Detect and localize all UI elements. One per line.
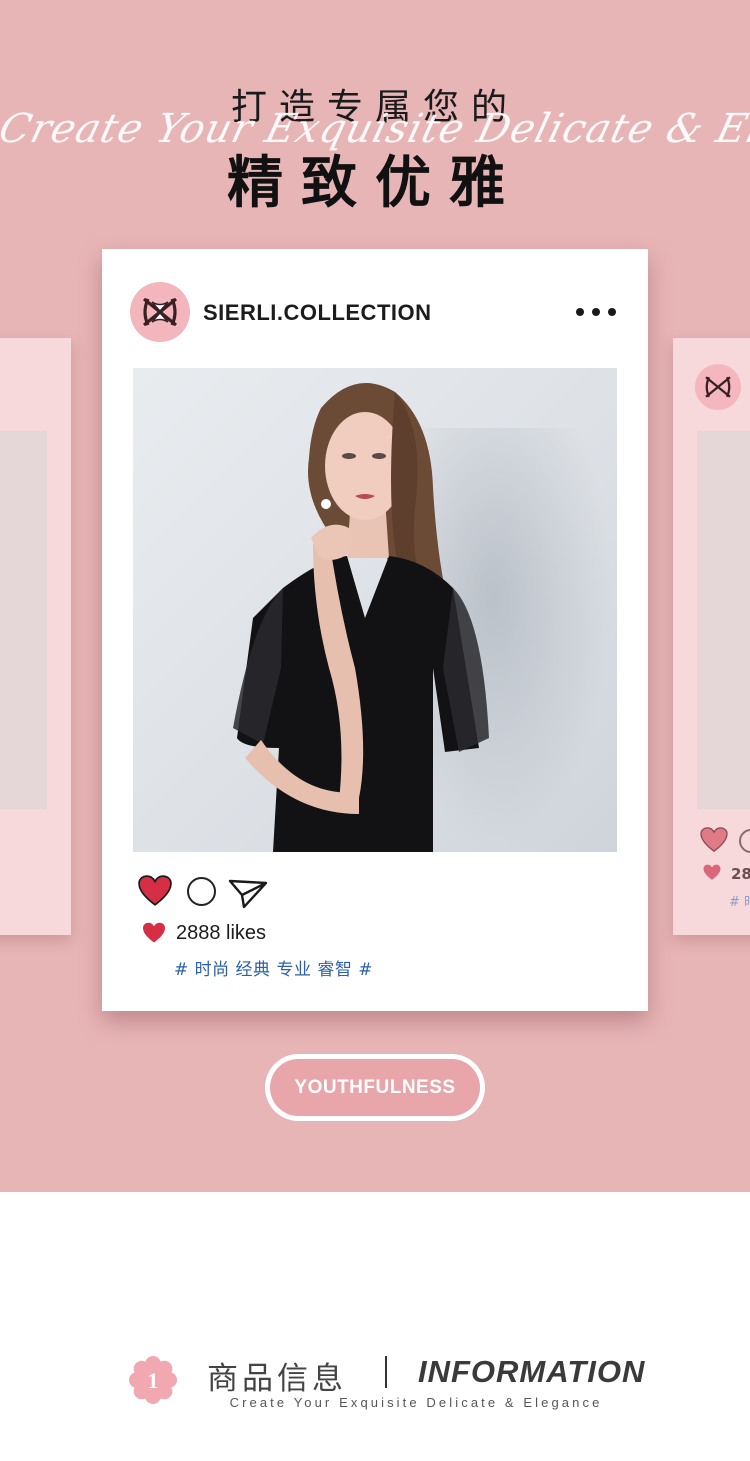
post-card: SIERLI.COLLECTION 2888 likes # 时尚 经典 专业 … bbox=[102, 249, 648, 1011]
side-likes-count: 288 bbox=[731, 865, 750, 883]
comment-icon[interactable] bbox=[187, 877, 216, 906]
youthfulness-button[interactable]: YOUTHFULNESS bbox=[265, 1054, 485, 1121]
side-card-left[interactable] bbox=[0, 338, 71, 935]
heart-icon bbox=[143, 922, 165, 943]
side-hashtags: # 时 bbox=[729, 895, 750, 910]
side-card-right[interactable]: 288 # 时 bbox=[673, 338, 750, 935]
section-title-cn: 商品信息 bbox=[207, 1361, 347, 1397]
dot bbox=[592, 308, 600, 316]
section-number: 1 bbox=[148, 1368, 159, 1393]
heart-icon bbox=[703, 864, 721, 880]
comment-icon[interactable] bbox=[739, 829, 750, 853]
youthfulness-label: YOUTHFULNESS bbox=[270, 1059, 480, 1116]
logo-icon bbox=[695, 364, 741, 410]
hero-section: 打造专属您的 Create Your Exquisite Delicate & … bbox=[0, 0, 750, 1192]
post-photo bbox=[133, 368, 617, 852]
heart-icon[interactable] bbox=[700, 827, 728, 853]
title-divider bbox=[385, 1356, 387, 1388]
section-subtitle: Create Your Exquisite Delicate & Eleganc… bbox=[229, 1395, 603, 1410]
side-card-photo bbox=[0, 431, 47, 809]
dot bbox=[576, 308, 584, 316]
model-illustration bbox=[233, 383, 489, 852]
side-card-photo bbox=[697, 431, 750, 809]
account-name[interactable]: SIERLI.COLLECTION bbox=[203, 300, 432, 326]
more-icon[interactable] bbox=[576, 307, 616, 317]
info-section-header: 1 商品信息 INFORMATION Create Your Exquisite… bbox=[0, 1340, 750, 1420]
avatar[interactable] bbox=[130, 282, 190, 342]
section-title-en: INFORMATION bbox=[418, 1354, 646, 1389]
logo-icon bbox=[142, 297, 178, 327]
hashtags[interactable]: # 时尚 经典 专业 睿智 # bbox=[174, 955, 373, 980]
dot bbox=[608, 308, 616, 316]
heart-icon[interactable] bbox=[138, 875, 172, 907]
send-icon[interactable] bbox=[228, 877, 268, 909]
likes-count: 2888 likes bbox=[176, 922, 267, 944]
headline-main: 精致优雅 bbox=[227, 151, 523, 216]
